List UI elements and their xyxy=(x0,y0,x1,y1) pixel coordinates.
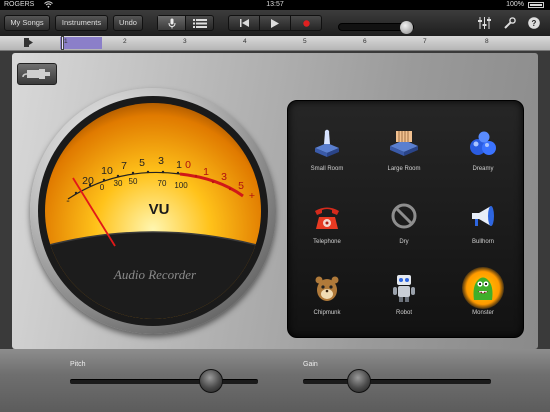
telephone-icon xyxy=(315,207,339,229)
pitch-label: Pitch xyxy=(70,361,86,368)
vu-scale-label: 5 xyxy=(139,157,145,169)
bar-number: 3 xyxy=(183,38,187,45)
tracks-list-icon xyxy=(192,18,207,28)
dreamy-icon xyxy=(470,131,496,155)
vu-scale-label: 1 xyxy=(176,159,182,171)
vu-percent-label: 100 xyxy=(174,181,188,190)
bar-number: 6 xyxy=(363,38,367,45)
view-toggle xyxy=(157,15,214,31)
play-icon xyxy=(271,18,279,28)
vu-percent-label: 70 xyxy=(158,179,167,188)
pitch-slider-track[interactable] xyxy=(70,379,258,384)
input-settings-button[interactable] xyxy=(17,63,57,85)
effect-small-room[interactable]: Small Room xyxy=(297,128,357,200)
bar-number: 8 xyxy=(485,38,489,45)
brand-label: Audio Recorder xyxy=(113,267,197,282)
effect-dreamy[interactable]: Dreamy xyxy=(453,128,513,200)
robot-icon xyxy=(393,275,415,302)
vu-scale-label: 7 xyxy=(121,160,127,172)
effect-label: Large Room xyxy=(387,166,421,172)
bar-number: 1 xyxy=(64,38,68,45)
battery-percent: 100% xyxy=(506,1,524,8)
input-jack-icon xyxy=(22,69,50,79)
vu-scale-label: 3 xyxy=(158,155,164,167)
monster-icon xyxy=(473,277,493,300)
tracks-view-button[interactable] xyxy=(186,16,213,30)
bar-number: 7 xyxy=(423,38,427,45)
effect-label: Dreamy xyxy=(472,166,494,172)
effect-label: Bullhorn xyxy=(471,239,494,245)
add-track-icon[interactable] xyxy=(24,38,33,47)
gain-slider-track[interactable] xyxy=(303,379,491,384)
vu-scale-label: 20 xyxy=(82,175,94,187)
vu-scale-label: 0 xyxy=(185,159,191,171)
bar-number: 4 xyxy=(243,38,247,45)
master-volume-knob[interactable] xyxy=(400,21,413,34)
wrench-icon[interactable] xyxy=(504,17,516,31)
clock: 13:57 xyxy=(266,1,284,8)
mixer-settings-icon[interactable] xyxy=(478,17,491,31)
effect-monster[interactable]: Monster xyxy=(453,267,513,344)
transport-controls xyxy=(228,15,322,31)
vu-scale-label: 5 xyxy=(238,180,244,192)
gain-label: Gain xyxy=(303,361,318,368)
effect-label: Telephone xyxy=(313,239,341,245)
bar-number: 5 xyxy=(303,38,307,45)
vu-percent-label: 0 xyxy=(100,183,105,192)
pitch-slider-knob[interactable] xyxy=(199,369,223,393)
record-icon xyxy=(302,19,310,27)
vu-unit-label: VU xyxy=(149,201,170,218)
timeline-ruler[interactable]: 1 2 3 4 5 6 7 8 xyxy=(0,36,550,51)
chipmunk-icon xyxy=(315,276,339,301)
effect-label: Dry xyxy=(399,239,409,245)
record-button[interactable] xyxy=(291,16,321,30)
bullhorn-icon xyxy=(472,206,494,226)
effect-label: Small Room xyxy=(310,166,344,172)
effect-label: Robot xyxy=(395,310,412,316)
effect-chipmunk[interactable]: Chipmunk xyxy=(297,272,357,344)
vu-percent-label: 30 xyxy=(114,179,123,188)
toolbar: My Songs Instruments Undo ? xyxy=(0,10,550,37)
dry-icon xyxy=(391,203,417,229)
effect-label: Monster xyxy=(472,310,494,316)
vu-scale-label: 1 xyxy=(203,166,209,178)
my-songs-button[interactable]: My Songs xyxy=(4,15,50,31)
rewind-button[interactable] xyxy=(229,16,260,30)
effect-telephone[interactable]: Telephone xyxy=(297,201,357,273)
help-icon[interactable]: ? xyxy=(528,17,540,31)
status-bar: ROGERS 13:57 100% xyxy=(0,0,550,10)
large-room-icon xyxy=(390,131,418,156)
play-button[interactable] xyxy=(260,16,291,30)
effect-label: Chipmunk xyxy=(313,310,341,316)
vu-scale-label: 10 xyxy=(101,165,113,177)
vu-scale-label: + xyxy=(249,190,255,202)
effect-dry[interactable]: Dry xyxy=(374,201,434,273)
vu-scale-label: - xyxy=(66,195,70,207)
undo-button[interactable]: Undo xyxy=(113,15,143,31)
rewind-icon xyxy=(239,19,249,27)
svg-text:?: ? xyxy=(532,19,537,28)
small-room-icon xyxy=(315,129,339,157)
effect-bullhorn[interactable]: Bullhorn xyxy=(453,201,513,273)
battery-icon xyxy=(528,2,544,8)
vu-scale-label: 3 xyxy=(221,171,227,183)
effect-robot[interactable]: Robot xyxy=(374,272,434,344)
bar-number: 2 xyxy=(123,38,127,45)
instruments-button[interactable]: Instruments xyxy=(55,15,108,31)
instrument-view-button[interactable] xyxy=(158,16,186,30)
effect-large-room[interactable]: Large Room xyxy=(374,128,434,200)
vu-percent-label: 50 xyxy=(129,177,138,186)
vu-meter-face: -2010 7 5 3 1 01 35+ 0 30 50 70 100 VU Audio Recor… xyxy=(45,103,261,319)
microphone-icon xyxy=(168,18,175,28)
